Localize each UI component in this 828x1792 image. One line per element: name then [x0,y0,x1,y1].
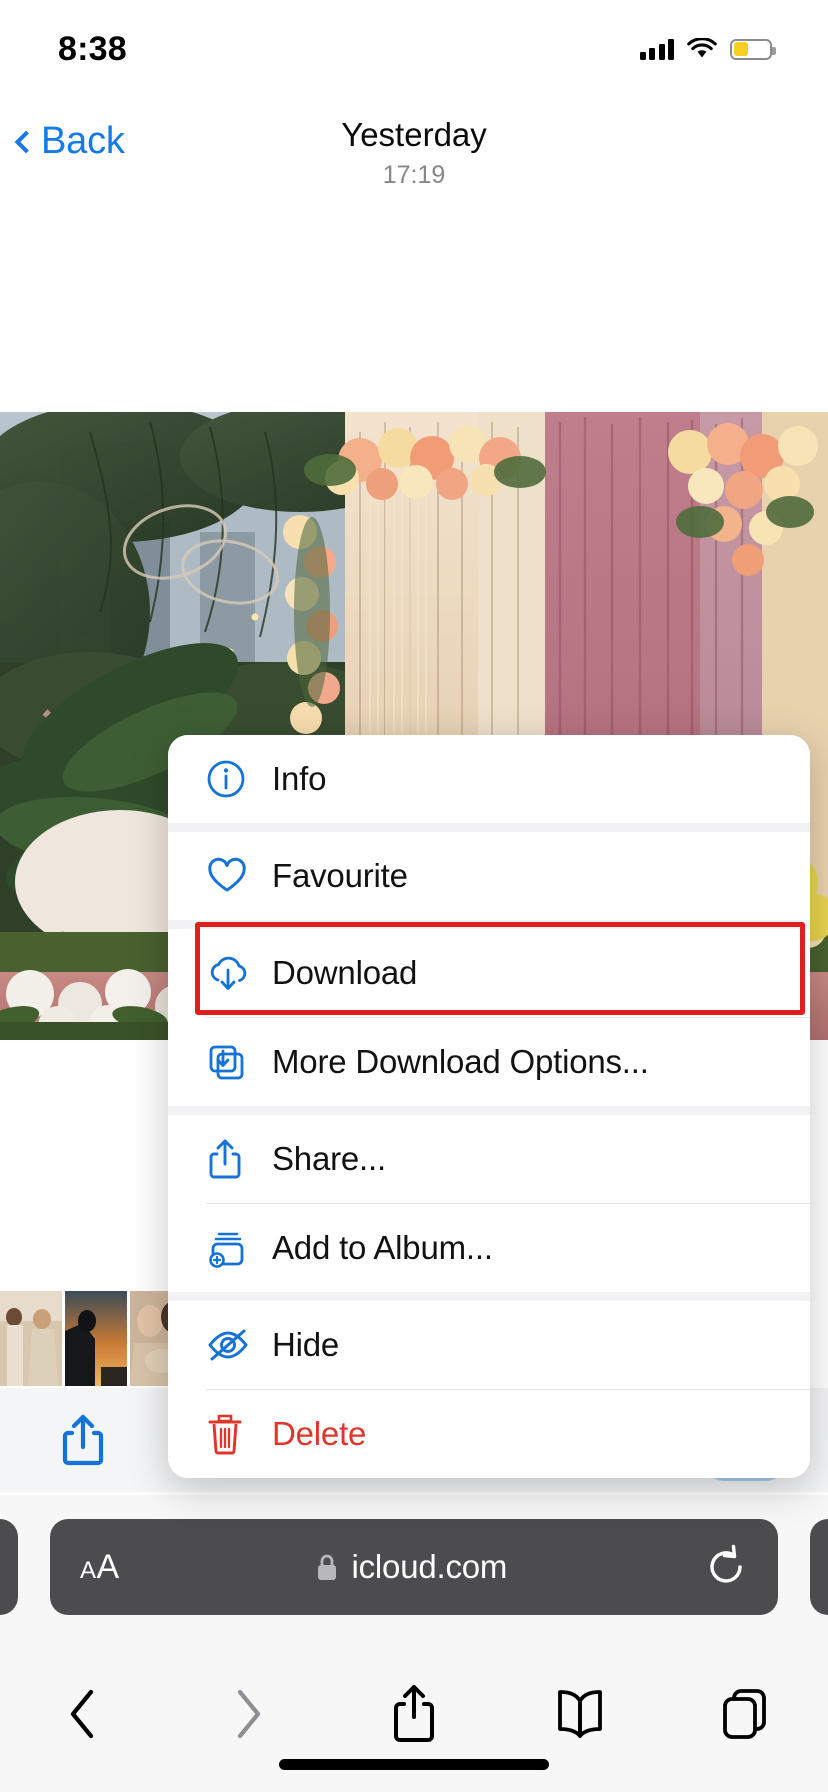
menu-item-label: Download [272,954,418,991]
previous-tab-edge[interactable] [0,1519,18,1615]
chevron-right-icon [238,1689,261,1739]
chevron-left-icon [70,1689,93,1739]
menu-item-label: Favourite [272,857,408,894]
browser-bookmarks-button[interactable] [497,1669,663,1759]
share-icon [206,1137,262,1181]
menu-item-label: Delete [272,1415,367,1452]
add-to-album-icon [206,1227,262,1269]
safari-url-bar-row: AA icloud.com [0,1495,828,1647]
text-size-button[interactable]: AA [80,1548,119,1587]
menu-item-download[interactable]: Download [168,929,810,1017]
menu-item-favourite[interactable]: Favourite [168,832,810,920]
status-indicators [639,32,776,60]
battery-low-power-icon [730,38,776,60]
menu-item-more-download-options[interactable]: More Download Options... [168,1018,810,1106]
browser-tabs-button[interactable] [662,1669,828,1759]
menu-item-info[interactable]: Info [168,735,810,823]
browser-forward-button[interactable] [166,1669,332,1759]
thumbnail-sunset-silhouette[interactable] [65,1291,127,1386]
download-stack-icon [206,1042,262,1082]
home-indicator [279,1759,549,1770]
menu-group-separator [168,1292,810,1301]
tabs-icon [723,1689,767,1739]
iphone-screen: 8:38 Back Yesterday 17:19 Info Favourite… [0,0,828,1792]
share-button[interactable] [0,1388,166,1492]
next-tab-edge[interactable] [810,1519,828,1615]
menu-item-label: Hide [272,1326,340,1363]
photo-context-menu: Info Favourite Download More Download Op… [168,735,810,1478]
menu-group-separator [168,1106,810,1115]
wifi-icon [687,38,717,58]
menu-group-separator [168,920,810,929]
menu-item-add-to-album[interactable]: Add to Album... [168,1204,810,1292]
page-subtitle: 17:19 [382,161,446,189]
menu-item-label: Share... [272,1140,386,1177]
url-text: icloud.com [351,1548,508,1585]
heart-icon [206,857,262,895]
menu-item-label: More Download Options... [272,1043,649,1080]
status-time: 8:38 [58,29,127,68]
thumbnail-image [0,1291,62,1386]
text-size-small-a: A [80,1556,96,1584]
url-display[interactable]: icloud.com [119,1548,704,1586]
thumbnail-couple-holding-hands[interactable] [0,1291,62,1386]
page-title: Yesterday [341,116,487,153]
menu-item-delete[interactable]: Delete [168,1390,810,1478]
reload-icon[interactable] [704,1544,748,1590]
thumbnail-image [65,1291,127,1386]
menu-item-label: Add to Album... [272,1229,493,1266]
book-icon [557,1690,602,1738]
trash-icon [206,1412,262,1456]
eye-slash-icon [206,1328,262,1362]
page-title-group: Yesterday 17:19 [0,114,828,192]
cloud-download-icon [206,953,262,993]
menu-group-separator [168,823,810,832]
browser-back-button[interactable] [0,1669,166,1759]
share-icon [62,1414,103,1466]
nav-bar: Back Yesterday 17:19 [0,92,828,200]
status-bar: 8:38 [0,0,828,92]
address-bar[interactable]: AA icloud.com [50,1519,778,1615]
share-icon [393,1685,434,1742]
safari-bottom-nav [0,1647,828,1792]
info-circle-icon [206,759,262,799]
text-size-large-a: A [96,1547,120,1586]
menu-item-share[interactable]: Share... [168,1115,810,1203]
lock-icon [318,1554,337,1580]
cellular-signal-icon [639,38,674,60]
menu-item-hide[interactable]: Hide [168,1301,810,1389]
browser-share-button[interactable] [331,1669,497,1759]
menu-item-label: Info [272,760,327,797]
